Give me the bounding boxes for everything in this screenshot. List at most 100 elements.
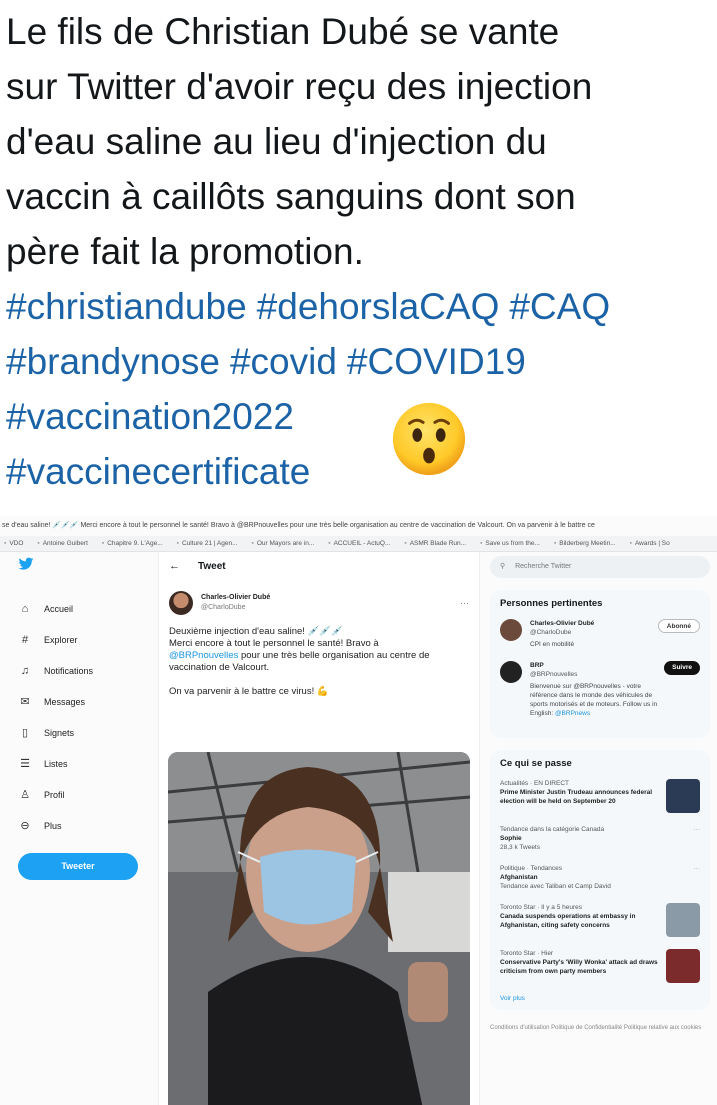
avatar[interactable]: [500, 661, 522, 683]
hashtag-link[interactable]: #vaccinecertificate: [6, 451, 310, 492]
person-name[interactable]: Charles-Olivier Dubé: [530, 619, 658, 628]
person-bio: Bienvenue sur @BRPnouvelles - votre réfé…: [530, 683, 658, 717]
more-circle-icon: ⊖: [20, 819, 30, 832]
bookmark[interactable]: ACCUEIL - ActuQ...: [328, 536, 391, 551]
author-name[interactable]: Charles-Olivier Dubé: [201, 593, 460, 603]
tweet-photo[interactable]: [168, 752, 470, 1105]
back-arrow-icon[interactable]: ←: [169, 560, 180, 572]
panel-title: Ce qui se passe: [500, 758, 572, 769]
trend-context: Toronto Star · Il y a 5 heures: [500, 904, 583, 911]
trend-context: Tendance dans la catégorie Canada: [500, 826, 605, 833]
more-options-icon[interactable]: ···: [694, 864, 701, 891]
hashtag-row: #christiandube #dehorslaCAQ #CAQ: [6, 279, 714, 334]
bookmark[interactable]: ASMR Blade Run...: [404, 536, 466, 551]
person-handle: @CharloDube: [530, 629, 572, 636]
trend-item[interactable]: Tendance dans la catégorie Canada Sophie…: [500, 825, 700, 852]
home-icon: ⌂: [21, 602, 29, 615]
more-options-icon[interactable]: ···: [460, 598, 469, 608]
post-caption: Le fils de Christian Dubé se vante sur T…: [6, 4, 714, 499]
envelope-icon: ✉: [20, 695, 30, 708]
tweet-column: ← Tweet Charles-Olivier Dubé @CharloDube…: [158, 552, 480, 1105]
hashtag-link[interactable]: #COVID19: [347, 341, 526, 382]
show-more-link[interactable]: Voir plus: [500, 995, 700, 1002]
bio-link[interactable]: @BRPnews: [555, 710, 590, 717]
trend-thumbnail: [666, 779, 700, 813]
bookmark[interactable]: VDO: [4, 536, 23, 551]
nav-item-messages[interactable]: ✉ Messages: [18, 686, 148, 717]
author-handle[interactable]: @CharloDube: [201, 603, 460, 613]
hashtag-link[interactable]: #vaccination2022: [6, 396, 294, 437]
avatar[interactable]: [169, 591, 193, 615]
tweet-text-line: Merci encore à tout le personnel le sant…: [169, 638, 379, 649]
nav-item-label: Notifications: [44, 665, 94, 676]
hashtag-link[interactable]: #brandynose: [6, 341, 220, 382]
nav-item-explorer[interactable]: # Explorer: [18, 624, 148, 655]
tweet-text: Deuxième injection d'eau saline! 💉💉💉 Mer…: [159, 620, 469, 698]
bookmark[interactable]: Culture 21 | Agen...: [177, 536, 238, 551]
caption-line: vaccin à caillôts sanguins dont son: [6, 176, 576, 217]
nav-item-label: Messages: [44, 696, 86, 707]
tweet-text-line: On va parvenir à le battre ce virus! 💪: [169, 686, 329, 697]
mention-link[interactable]: @BRPnouvelles: [169, 650, 238, 661]
tweet-author: Charles-Olivier Dubé @CharloDube ···: [159, 580, 479, 620]
relevant-people-panel: Personnes pertinentes Charles-Olivier Du…: [490, 590, 710, 738]
more-options-icon[interactable]: ···: [694, 825, 701, 852]
nav-item-signets[interactable]: ▯ Signets: [18, 717, 148, 748]
bookmark[interactable]: Awards | So: [630, 536, 670, 551]
avatar[interactable]: [500, 619, 522, 641]
trend-title: Canada suspends operations at embassy in…: [500, 913, 636, 929]
bookmark[interactable]: Chapitre 9. L'Age...: [102, 536, 162, 551]
trend-title: Afghanistan: [500, 874, 538, 881]
hashtag-icon: #: [21, 633, 29, 646]
tweet-header: ← Tweet: [159, 552, 479, 580]
bookmark[interactable]: Our Mayors are in...: [252, 536, 314, 551]
search-input[interactable]: ⚲ Recherche Twitter: [490, 556, 710, 578]
nav-item-profil[interactable]: ♙ Profil: [18, 779, 148, 810]
caption-line: père fait la promotion.: [6, 231, 364, 272]
nav-item-accueil[interactable]: ⌂ Accueil: [18, 593, 148, 624]
hashtag-row: #vaccination2022: [6, 389, 714, 444]
hashtag-link[interactable]: #covid: [230, 341, 337, 382]
trend-thumbnail: [666, 949, 700, 983]
trend-context: Actualités · EN DIRECT: [500, 780, 569, 787]
search-icon: ⚲: [500, 563, 506, 570]
nav-item-label: Explorer: [44, 634, 78, 645]
nav-item-plus[interactable]: ⊖ Plus: [18, 810, 148, 841]
hashtag-row: #vaccinecertificate: [6, 444, 714, 499]
hashtag-link[interactable]: #christiandube: [6, 286, 247, 327]
person-handle: @BRPnouvelles: [530, 671, 578, 678]
right-sidebar: ⚲ Recherche Twitter Personnes pertinente…: [490, 552, 710, 1032]
person-card[interactable]: Charles-Olivier Dubé @CharloDube CPI en …: [500, 619, 700, 649]
person-bio: CPI en mobilité: [530, 641, 575, 648]
tweet-text-line: Deuxième injection d'eau saline! 💉💉💉: [169, 626, 344, 637]
nav-item-notifications[interactable]: ♫ Notifications: [18, 655, 148, 686]
bookmark[interactable]: Antoine Guibert: [37, 536, 88, 551]
trend-item[interactable]: Actualités · EN DIRECT Prime Minister Ju…: [500, 779, 700, 813]
trend-meta: 28,3 k Tweets: [500, 844, 540, 851]
tweet-button[interactable]: Tweeter: [18, 853, 138, 880]
bookmark[interactable]: Save us from the...: [480, 536, 540, 551]
nav-item-label: Signets: [44, 727, 75, 738]
hashtag-link[interactable]: #dehorslaCAQ: [257, 286, 500, 327]
footer-links[interactable]: Conditions d'utilisation Politique de Co…: [490, 1024, 710, 1032]
search-placeholder: Recherche Twitter: [515, 563, 572, 570]
user-icon: ♙: [20, 788, 30, 801]
hashtag-link[interactable]: #CAQ: [509, 286, 610, 327]
trend-item[interactable]: Toronto Star · Hier Conservative Party's…: [500, 949, 700, 983]
hushed-face-emoji: [392, 402, 466, 476]
nav-item-label: Accueil: [44, 603, 74, 614]
trends-panel: Ce qui se passe Actualités · EN DIRECT P…: [490, 750, 710, 1010]
follow-button[interactable]: Suivre: [664, 661, 700, 675]
twitter-bird-icon[interactable]: [18, 556, 34, 572]
browser-title: se d'eau saline! 💉💉💉 Merci encore à tout…: [2, 522, 595, 529]
person-name[interactable]: BRP: [530, 661, 664, 670]
caption-line: d'eau saline au lieu d'injection du: [6, 121, 547, 162]
trend-title: Sophie: [500, 835, 522, 842]
trend-item[interactable]: Toronto Star · Il y a 5 heures Canada su…: [500, 903, 700, 937]
nav-item-listes[interactable]: ☰ Listes: [18, 748, 148, 779]
bookmark[interactable]: Bilderberg Meetin...: [554, 536, 615, 551]
following-button[interactable]: Abonné: [657, 619, 700, 633]
person-card[interactable]: BRP @BRPnouvelles Bienvenue sur @BRPnouv…: [500, 661, 700, 718]
trend-item[interactable]: Politique · Tendances Afghanistan Tendan…: [500, 864, 700, 891]
trend-title: Prime Minister Justin Trudeau announces …: [500, 789, 653, 805]
